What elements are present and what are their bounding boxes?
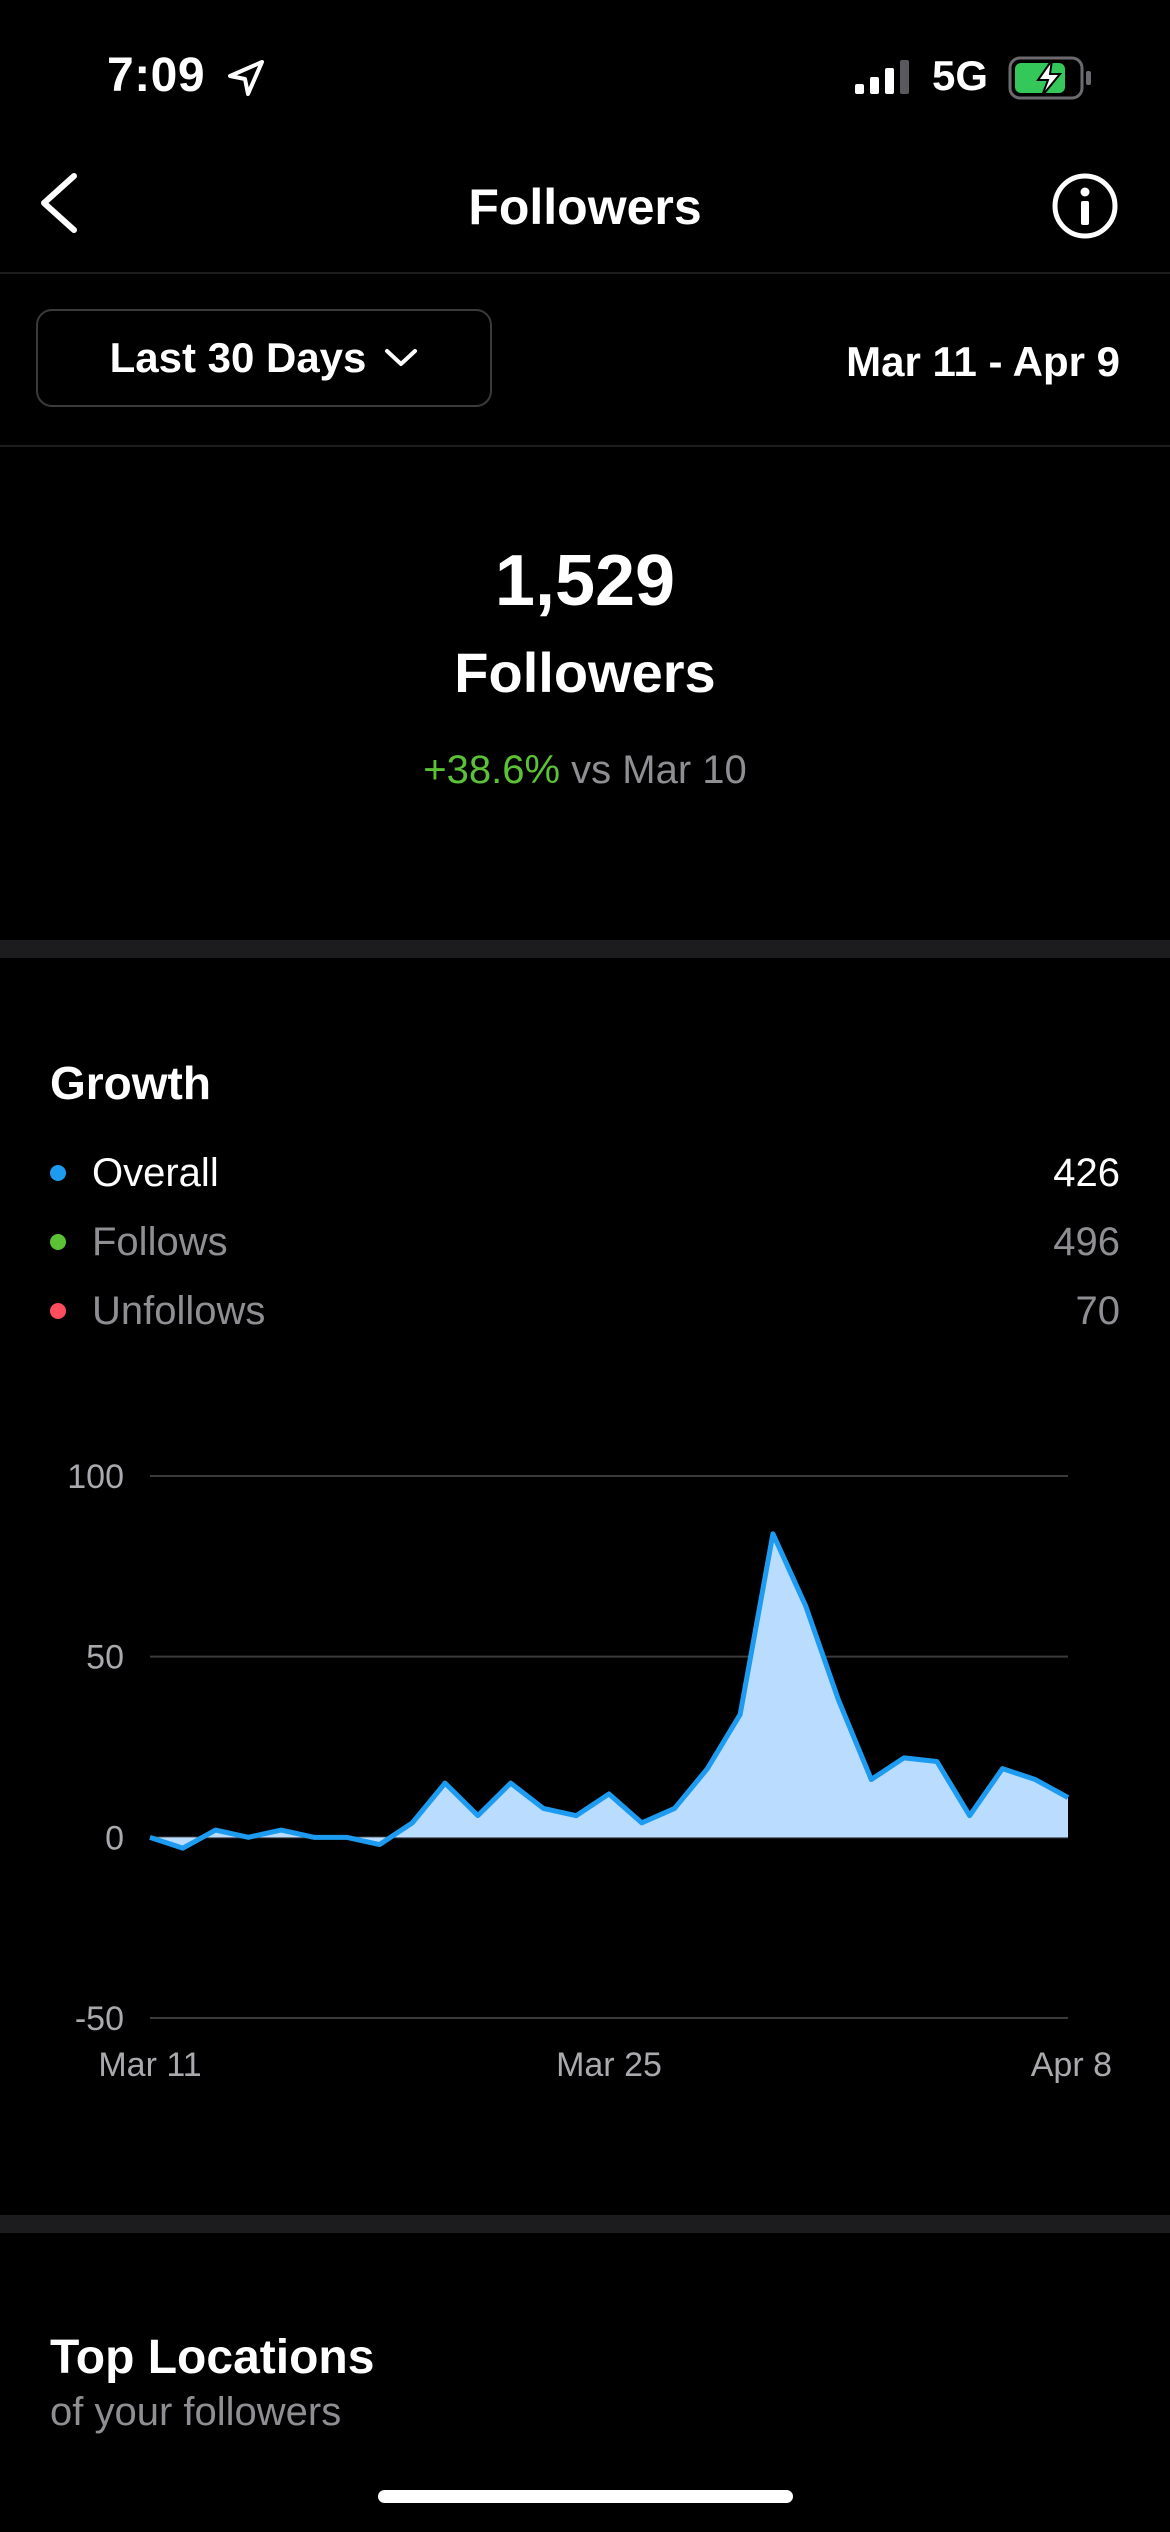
x-tick-label: Mar 11 [98,2046,201,2084]
legend-label: Overall [92,1150,219,1195]
signal-icon [855,60,909,94]
x-tick-label: Mar 25 [556,2046,662,2084]
y-tick-label: 0 [105,1819,124,1857]
page-title: Followers [468,179,702,235]
info-button[interactable] [1051,172,1119,240]
change-comparison: vs Mar 10 [571,748,747,792]
x-tick-label: Apr 8 [1031,2046,1112,2084]
legend-label: Unfollows [92,1288,266,1333]
status-time: 7:09 [107,49,206,102]
legend-dot-follows [50,1234,66,1250]
filter-divider [0,445,1170,447]
legend-label: Follows [92,1219,228,1264]
date-range-dropdown-label: Last 30 Days [109,334,367,381]
y-tick-label: 50 [86,1639,124,1677]
followers-label: Followers [454,641,716,704]
legend-dot-overall [50,1165,66,1181]
date-range-dropdown[interactable]: Last 30 Days [36,309,492,407]
home-indicator [378,2490,793,2503]
series-area-overall [150,1533,1068,1849]
top-locations-title: Top Locations [50,2331,375,2384]
legend-row-follows: Follows 496 [50,1212,1120,1272]
legend-row-overall: Overall 426 [50,1143,1120,1203]
info-icon [1052,173,1118,239]
legend-row-unfollows: Unfollows 70 [50,1281,1120,1341]
section-separator [0,2215,1170,2233]
growth-chart: 100 50 0 -50 Mar 11 Mar 25 Apr 8 [67,1458,1112,2084]
followers-count: 1,529 [494,541,676,621]
legend-dot-unfollows [50,1303,66,1319]
top-locations-subtitle: of your followers [50,2390,342,2434]
nav-divider [0,272,1170,274]
legend-value: 70 [1075,1288,1121,1333]
change-percent: +38.6% [423,748,561,792]
y-tick-label: 100 [67,1458,124,1496]
chevron-down-icon [385,349,418,366]
location-arrow-icon [228,60,264,96]
legend-value: 496 [1053,1219,1120,1264]
section-separator [0,940,1170,958]
battery-charging-icon [1008,56,1091,100]
followers-change: +38.6% vs Mar 10 [0,748,1170,793]
date-range-text: Mar 11 - Apr 9 [846,338,1120,385]
legend-value: 426 [1053,1150,1120,1195]
y-tick-label: -50 [75,2000,124,2038]
growth-title: Growth [50,1057,211,1109]
network-label: 5G [932,52,989,99]
